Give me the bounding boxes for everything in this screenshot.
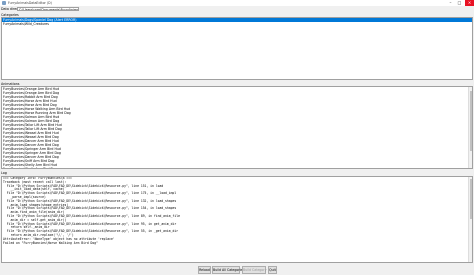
minimize-icon[interactable]: – xyxy=(446,0,455,6)
title-bar: FurryAnimalsDataEditor (D) – □ × xyxy=(0,0,474,6)
log-label: Log xyxy=(1,171,7,175)
scrollbar-thumb[interactable] xyxy=(469,91,472,151)
build-category-button[interactable]: Build Category xyxy=(242,266,267,274)
quit-button[interactable]: Quit xyxy=(268,266,277,274)
animations-list[interactable]: FurryBunnies\Orange Arm Bird Hud FurryBun… xyxy=(1,86,473,169)
close-icon[interactable]: × xyxy=(465,0,474,6)
log-scrollbar[interactable] xyxy=(468,177,472,262)
reload-button[interactable]: Reload xyxy=(198,266,211,274)
data-directory-field[interactable]: C:\Users\user\Documents\FurryAnimals\Spe… xyxy=(17,6,79,11)
window-title: FurryAnimalsDataEditor (D) xyxy=(8,1,52,5)
animations-scrollbar[interactable] xyxy=(468,87,472,168)
log-output[interactable]: === Category Info: FurryBunnies\B === Tra… xyxy=(1,176,473,263)
scrollbar-thumb[interactable] xyxy=(469,179,472,219)
app-icon xyxy=(2,1,6,5)
maximize-icon[interactable]: □ xyxy=(455,0,464,6)
log-line: Failed on "FurryBunnies\Horse Walking Ar… xyxy=(3,240,98,245)
list-item[interactable]: FurryBunnies\Shelly Arm Bird Dog xyxy=(2,167,472,168)
list-item[interactable]: FurryAnimals\Wild_Creatures xyxy=(2,22,472,26)
categories-list[interactable]: FurryAnimals\Dogs\Spaniel Dog (Alert ERR… xyxy=(1,17,473,80)
build-all-categories-button[interactable]: Build All Categories xyxy=(212,266,244,274)
